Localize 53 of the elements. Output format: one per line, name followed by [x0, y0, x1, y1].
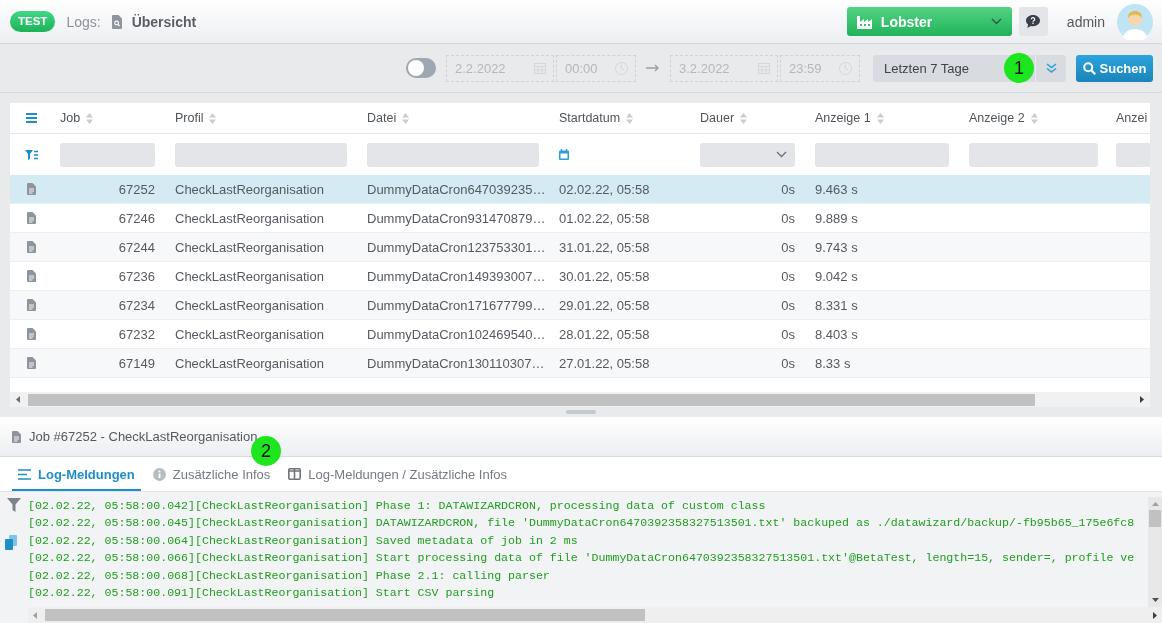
table-cell-text: 8.403 s	[814, 325, 859, 344]
table-cell-text: CheckLastReorganisation	[174, 354, 325, 373]
table-cell-text: 67149	[117, 354, 156, 373]
environment-badge: TEST	[10, 11, 56, 32]
table-cell-text: 9.042 s	[814, 267, 859, 286]
table-cell-text: CheckLastReorganisation	[174, 209, 325, 228]
table-cell-text: 67252	[117, 180, 156, 199]
table-cell-text: 67236	[117, 267, 156, 286]
table-cell-text: CheckLastReorganisation	[174, 180, 325, 199]
log-line: [02.02.22, 05:58:00.066][CheckLastReorganisation] Start processing data of file 'DummyDataCron6470392358327513501.txt'@BetaTest, length=15, sender=, profile ve	[28, 550, 1136, 567]
table-cell-text: 02.02.22, 05:58	[558, 180, 651, 199]
table-cell-text: 8.33 s	[814, 354, 852, 373]
table-cell-text: 67232	[117, 325, 156, 344]
table-cell-text: 67234	[117, 296, 156, 315]
table-cell-text: CheckLastReorganisation	[174, 238, 325, 257]
table-cell-text: DummyDataCron130110307…	[366, 354, 546, 373]
table-cell-text: DummyDataCron171677799…	[366, 296, 547, 315]
table-cell-text: 29.01.22, 05:58	[558, 296, 651, 315]
table-cell-text: 0s	[780, 325, 796, 344]
table-cell-text: 0s	[780, 180, 796, 199]
table-cell-text: CheckLastReorganisation	[174, 325, 325, 344]
table-cell-text: 30.01.22, 05:58	[558, 267, 651, 286]
table-cell-text: 0s	[780, 354, 796, 373]
table-cell-text: 01.02.22, 05:58	[558, 209, 651, 228]
log-line: [02.02.22, 05:58:00.068][CheckLastReorganisation] Phase 2.1: calling parser	[28, 567, 551, 584]
log-line: [02.02.22, 05:58:00.042][CheckLastReorganisation] Phase 1: DATAWIZARDCRON, processing data of custom class	[28, 498, 767, 514]
table-cell-text: 0s	[780, 296, 796, 315]
breadcrumb-section: Logs:	[66, 13, 101, 30]
table-cell-text: DummyDataCron123753301…	[366, 238, 547, 257]
table-cell-text: 0s	[780, 238, 796, 257]
table-cell-text: 67244	[117, 238, 156, 257]
job-title: Job #67252 - CheckLastReorganisation	[29, 429, 258, 444]
table-cell-text: 27.01.22, 05:58	[558, 354, 651, 373]
table-cell-text: CheckLastReorganisation	[174, 296, 325, 315]
table-cell-text: 31.01.22, 05:58	[558, 238, 651, 257]
table-cell-text: 0s	[780, 267, 796, 286]
table-cell-text: 0s	[780, 209, 796, 228]
log-line: [02.02.22, 05:58:00.091][CheckLastReorganisation] Start CSV parsing	[28, 585, 496, 602]
table-cell-text: DummyDataCron102469540…	[366, 325, 547, 344]
table-cell-text: 28.01.22, 05:58	[558, 325, 651, 344]
table-cell-text: CheckLastReorganisation	[174, 267, 325, 286]
table-cell-text: 9.463 s	[814, 180, 859, 199]
user-name: admin	[1066, 13, 1105, 30]
log-line: [02.02.22, 05:58:00.045][CheckLastReorganisation] DATAWIZARDCRON, file 'DummyDataCron6470392358327513501.txt' backuped as ./datawizard/backup/-fb95b65_175e6fc8	[28, 515, 1136, 532]
table-cell-text: 9.743 s	[814, 238, 859, 257]
log-line: [02.02.22, 05:58:00.064][CheckLastReorganisation] Saved metadata of job in 2 ms	[28, 532, 579, 549]
table-cell-text: DummyDataCron149393007…	[366, 267, 547, 286]
table-cell-text: DummyDataCron931470879…	[366, 209, 547, 228]
page-title: Übersicht	[131, 13, 197, 30]
table-cell-text: DummyDataCron647039235…	[366, 180, 547, 199]
table-cell-text: 8.331 s	[814, 296, 859, 315]
table-cell-text: 9.889 s	[814, 209, 859, 228]
table-cell-text: 67246	[117, 209, 156, 228]
